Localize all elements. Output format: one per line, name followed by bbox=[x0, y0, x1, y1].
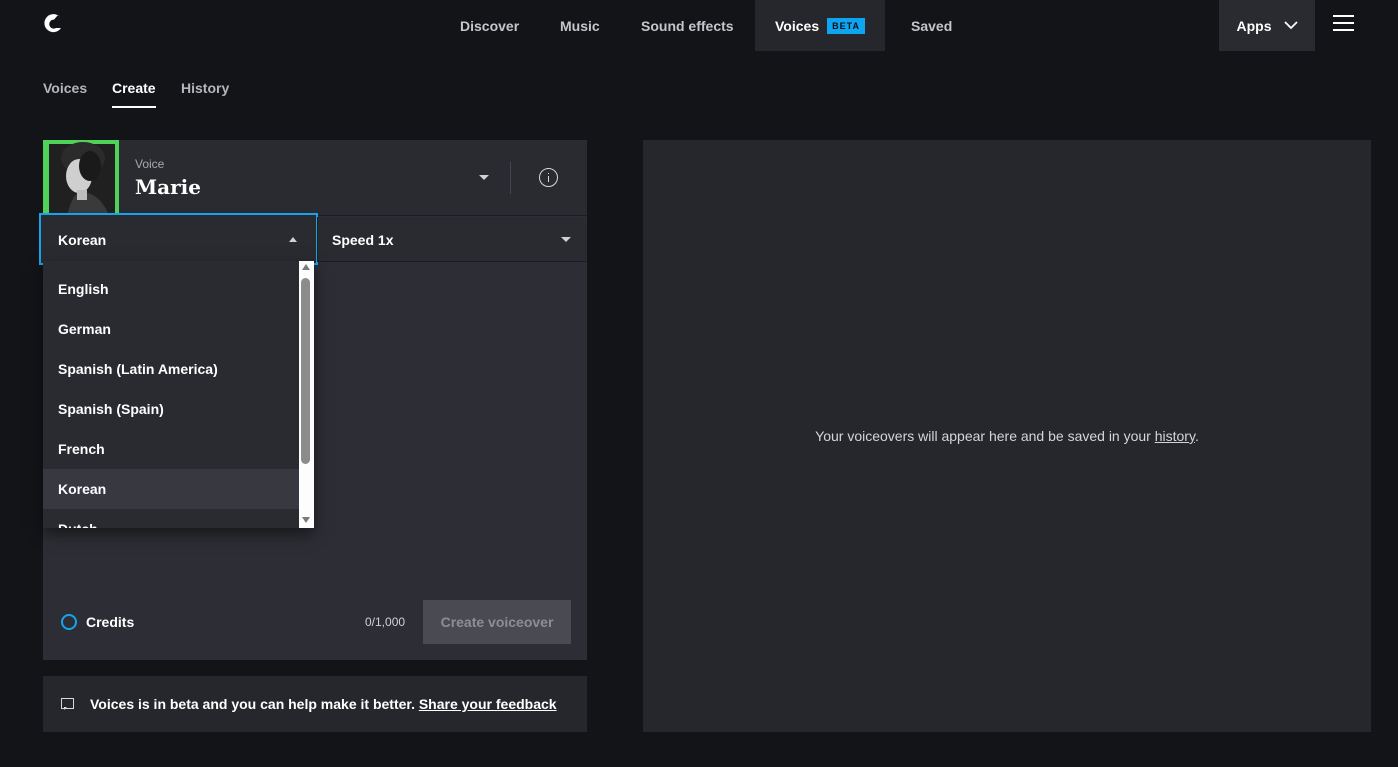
dropdown-scrollbar[interactable] bbox=[299, 261, 314, 528]
chevron-down-icon bbox=[1283, 21, 1298, 30]
language-option[interactable]: Spanish (Spain) bbox=[43, 389, 299, 429]
language-option[interactable]: Dutch bbox=[43, 509, 299, 528]
empty-state-message: Your voiceovers will appear here and be … bbox=[643, 428, 1371, 444]
language-dropdown-list: English German Spanish (Latin America) S… bbox=[43, 261, 314, 528]
speed-selected-value: Speed 1x bbox=[332, 232, 394, 248]
top-navigation: Discover Music Sound effects Voices BETA… bbox=[0, 0, 1398, 51]
nav-saved[interactable]: Saved bbox=[911, 0, 952, 51]
feedback-message: Voices is in beta and you can help make … bbox=[90, 696, 419, 712]
subtab-voices[interactable]: Voices bbox=[43, 80, 87, 96]
feedback-banner: Voices is in beta and you can help make … bbox=[43, 676, 587, 732]
voice-dropdown-caret-icon[interactable] bbox=[479, 175, 489, 180]
options-row: Korean Speed 1x bbox=[39, 213, 587, 265]
voice-label: Voice bbox=[135, 157, 165, 171]
caret-down-icon bbox=[561, 237, 571, 242]
share-feedback-link[interactable]: Share your feedback bbox=[419, 696, 557, 712]
feedback-text: Voices is in beta and you can help make … bbox=[90, 696, 557, 712]
caret-up-icon bbox=[289, 237, 297, 242]
apps-button[interactable]: Apps bbox=[1219, 0, 1315, 51]
language-option[interactable]: Spanish (Latin America) bbox=[43, 349, 299, 389]
scroll-up-arrow-icon[interactable] bbox=[302, 264, 310, 270]
voice-name: Marie bbox=[135, 175, 201, 199]
apps-label: Apps bbox=[1236, 17, 1272, 34]
character-counter: 0/1,000 bbox=[365, 615, 406, 629]
scroll-down-arrow-icon[interactable] bbox=[302, 517, 310, 523]
language-option[interactable]: French bbox=[43, 429, 299, 469]
history-link[interactable]: history bbox=[1155, 428, 1195, 444]
scroll-thumb[interactable] bbox=[301, 278, 310, 464]
info-icon[interactable] bbox=[539, 168, 558, 187]
subtab-history[interactable]: History bbox=[181, 80, 229, 96]
voice-avatar bbox=[43, 140, 119, 216]
nav-music[interactable]: Music bbox=[560, 0, 600, 51]
empty-state-text: Your voiceovers will appear here and be … bbox=[815, 428, 1155, 444]
language-option-selected[interactable]: Korean bbox=[43, 469, 299, 509]
empty-state-suffix: . bbox=[1194, 428, 1199, 444]
credits-label: Credits bbox=[86, 614, 135, 630]
create-voiceover-button[interactable]: Create voiceover bbox=[423, 600, 571, 644]
beta-badge: BETA bbox=[827, 17, 865, 34]
logo-icon[interactable] bbox=[42, 13, 64, 35]
feedback-icon bbox=[61, 698, 74, 710]
nav-voices-label: Voices bbox=[775, 17, 820, 34]
voice-selector[interactable]: Voice Marie bbox=[43, 140, 587, 216]
credits-circle-icon bbox=[61, 614, 77, 630]
credits[interactable]: Credits bbox=[61, 614, 134, 630]
language-option[interactable]: English bbox=[43, 269, 299, 309]
voiceover-output-panel: Your voiceovers will appear here and be … bbox=[643, 140, 1371, 732]
nav-sound-effects[interactable]: Sound effects bbox=[641, 0, 734, 51]
language-option[interactable]: German bbox=[43, 309, 299, 349]
hamburger-icon[interactable] bbox=[1333, 15, 1354, 33]
divider bbox=[510, 162, 511, 194]
nav-voices[interactable]: Voices BETA bbox=[755, 0, 885, 51]
language-selected-value: Korean bbox=[58, 232, 107, 248]
speed-select[interactable]: Speed 1x bbox=[317, 217, 587, 262]
subtab-create[interactable]: Create bbox=[112, 80, 156, 108]
nav-discover[interactable]: Discover bbox=[460, 0, 519, 51]
language-select[interactable]: Korean bbox=[39, 213, 318, 265]
